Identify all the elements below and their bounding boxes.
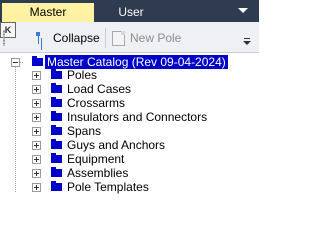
tab-master[interactable]: Master [2, 3, 94, 22]
collapse-node-icon[interactable] [11, 58, 20, 67]
expand-node-icon[interactable] [32, 155, 41, 164]
collapse-button[interactable]: Collapse [34, 29, 100, 47]
tree-item-spans[interactable]: Spans [0, 124, 259, 138]
expand-node-icon[interactable] [32, 127, 41, 136]
toolbar: K Collapse New Pole [0, 22, 259, 53]
tree-item-poles[interactable]: Poles [0, 68, 259, 82]
expand-node-icon[interactable] [32, 85, 41, 94]
tree-item-label: Assemblies [67, 166, 129, 180]
folder-icon [51, 181, 62, 191]
folder-icon [51, 153, 62, 163]
folder-icon [51, 83, 62, 93]
tree-item-label: Poles [67, 68, 98, 82]
new-pole-button[interactable]: New Pole [112, 29, 181, 47]
tree-root-node[interactable]: Master Catalog (Rev 09-04-2024) [0, 55, 259, 69]
expand-node-icon[interactable] [32, 183, 41, 192]
tree-item-guys-anchors[interactable]: Guys and Anchors [0, 138, 259, 152]
collapse-label: Collapse [53, 31, 100, 45]
folder-icon [51, 69, 62, 79]
tab-bar: Master User [0, 0, 259, 22]
folder-icon [32, 56, 43, 66]
folder-icon [51, 111, 62, 121]
catalog-tree: Master Catalog (Rev 09-04-2024) Poles Lo… [0, 53, 259, 240]
tree-item-crossarms[interactable]: Crossarms [0, 96, 259, 110]
collapse-icon [34, 31, 48, 45]
new-document-icon [112, 30, 125, 46]
tree-item-label: Insulators and Connectors [67, 110, 208, 124]
toolbar-grip-icon[interactable] [3, 30, 5, 46]
tree-item-label: Pole Templates [67, 180, 149, 194]
expand-node-icon[interactable] [32, 141, 41, 150]
tab-user[interactable]: User [96, 3, 166, 22]
tree-item-load-cases[interactable]: Load Cases [0, 82, 259, 96]
tab-dropdown-icon[interactable] [238, 8, 248, 13]
toolbar-separator [105, 28, 106, 48]
tree-root-label: Master Catalog (Rev 09-04-2024) [45, 55, 228, 69]
expand-node-icon[interactable] [32, 169, 41, 178]
folder-icon [51, 125, 62, 135]
new-pole-label: New Pole [130, 31, 182, 45]
tree-item-assemblies[interactable]: Assemblies [0, 166, 259, 180]
tree-item-label: Load Cases [67, 82, 132, 96]
folder-icon [51, 97, 62, 107]
expand-node-icon[interactable] [32, 113, 41, 122]
tree-item-label: Equipment [67, 152, 125, 166]
tree-item-label: Crossarms [67, 96, 126, 110]
tree-item-insulators[interactable]: Insulators and Connectors [0, 110, 259, 124]
folder-icon [51, 139, 62, 149]
folder-icon [51, 167, 62, 177]
toolbar-overflow-icon[interactable] [242, 30, 252, 46]
tree-item-pole-templates[interactable]: Pole Templates [0, 180, 259, 194]
expand-node-icon[interactable] [32, 71, 41, 80]
expand-node-icon[interactable] [32, 99, 41, 108]
tree-item-label: Spans [67, 124, 102, 138]
tree-item-label: Guys and Anchors [67, 138, 166, 152]
tree-item-equipment[interactable]: Equipment [0, 152, 259, 166]
